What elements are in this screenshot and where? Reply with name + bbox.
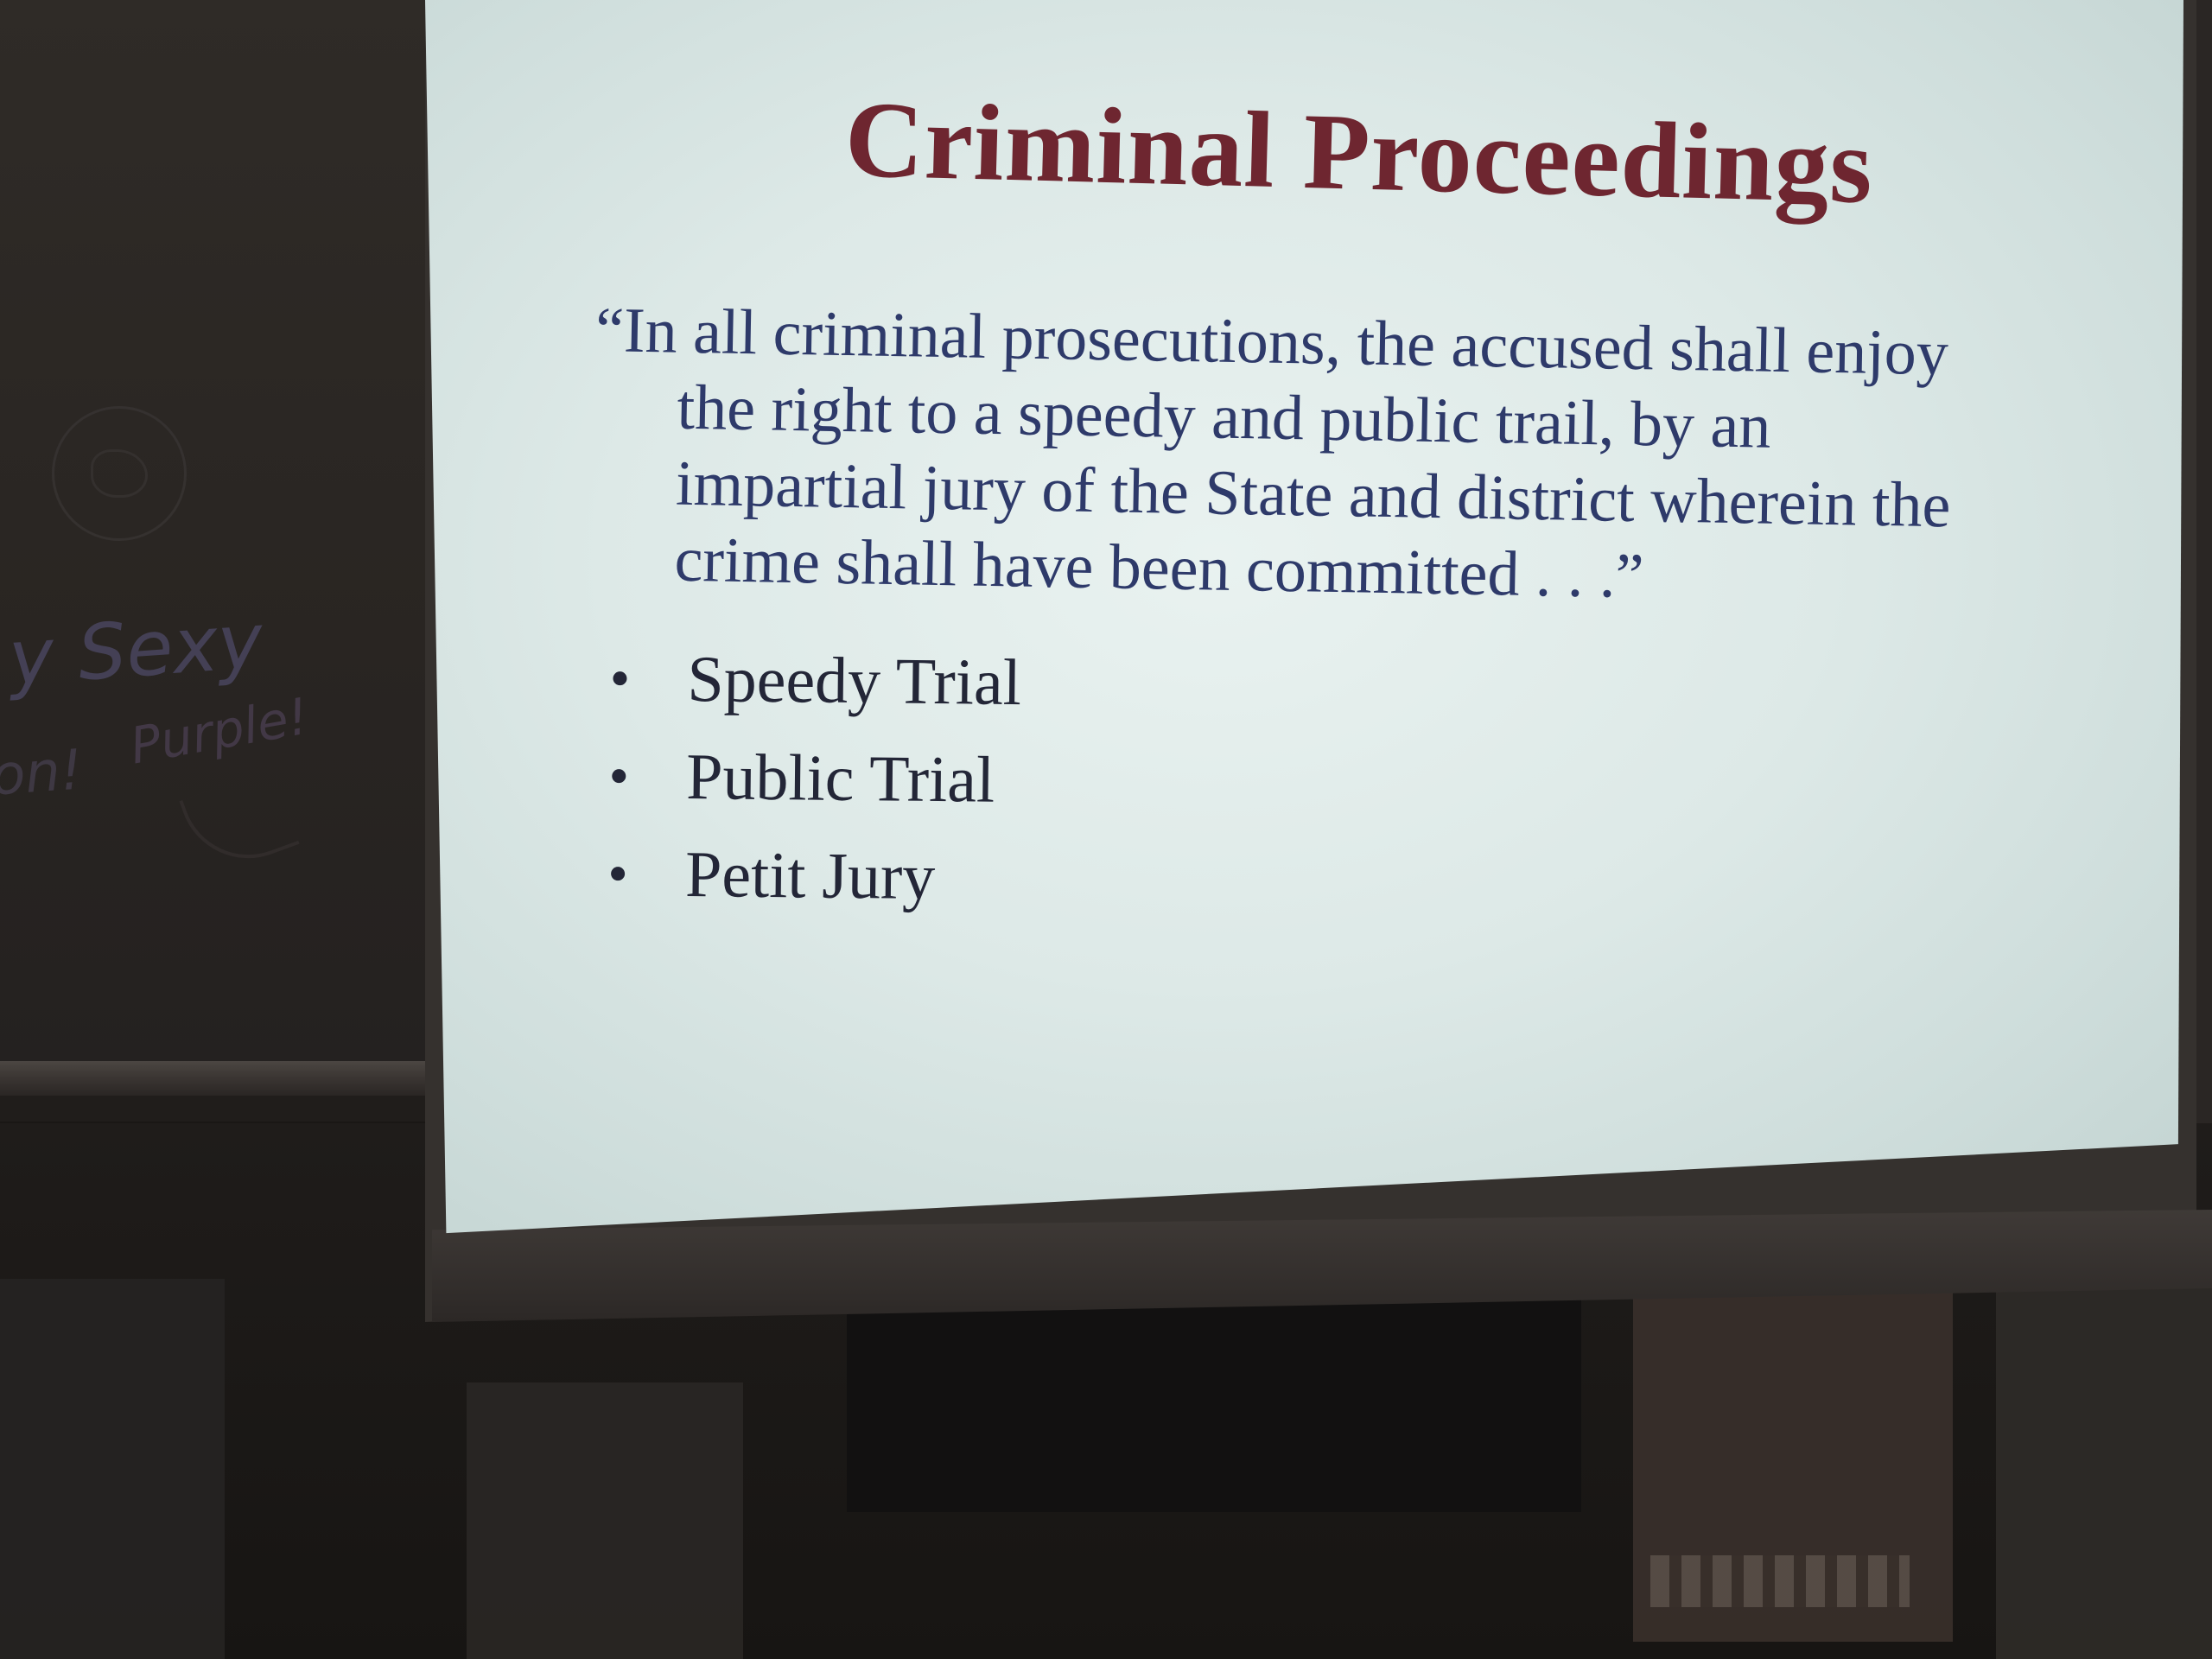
bullet-icon [611,867,626,881]
bullet-icon [612,769,626,784]
bullet-icon [613,671,627,686]
bullet-item: Speedy Trial [604,635,1022,737]
slide-quote: “In all criminal prosecutions, the accus… [591,292,2065,622]
whiteboard-tray [0,1061,432,1096]
bullet-item: Public Trial [603,733,1021,835]
wall-poster [467,1382,743,1659]
slide-bullet-list: Speedy Trial Public Trial Petit Jury [601,635,1021,932]
bullet-label: Petit Jury [684,837,936,914]
wall-poster [847,1279,1581,1512]
whiteboard-scribble: on! [0,738,85,809]
poster-pattern [1650,1555,1910,1607]
photo-scene: y Sexy Purple! on! Criminal Proceedings … [0,0,2212,1659]
wall-poster [1996,1244,2212,1659]
whiteboard-mark [179,767,300,878]
whiteboard-tray-shadow [0,1096,432,1122]
bullet-item: Petit Jury [601,830,1020,932]
whiteboard-scribble: Purple! [125,686,313,776]
wall-poster [0,1279,225,1659]
whiteboard: y Sexy Purple! on! [0,0,432,1071]
bullet-label: Public Trial [685,740,995,817]
whiteboard-scribble: y Sexy [5,595,266,703]
bullet-label: Speedy Trial [687,643,1022,720]
